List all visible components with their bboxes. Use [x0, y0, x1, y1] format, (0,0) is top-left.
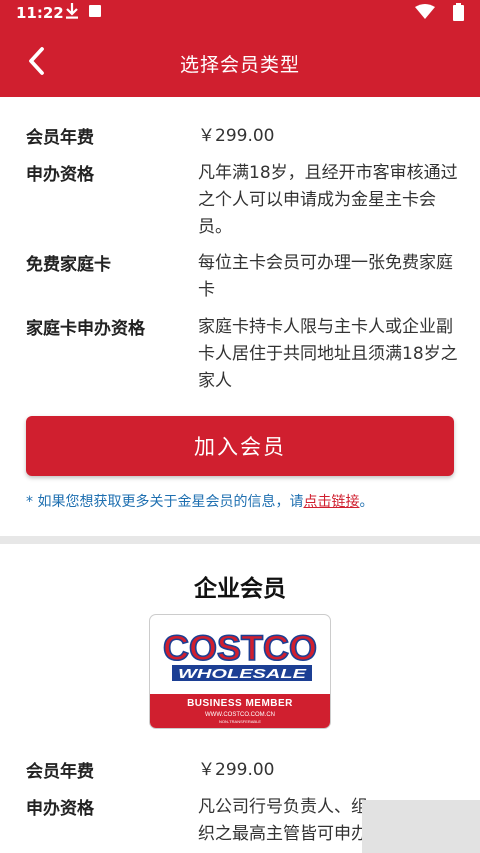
costco-logo: COSTCO WHOLESALE [162, 628, 318, 681]
notification-app-icon [89, 5, 101, 17]
info-note: * 如果您想获取更多关于金星会员的信息，请点击链接。 [26, 491, 373, 511]
toolbar: 选择会员类型 [0, 26, 480, 97]
overlay-corner [362, 800, 480, 853]
business-section-title: 企业会员 [194, 576, 286, 602]
note-text: * 如果您想获取更多关于金星会员的信息，请 [26, 494, 304, 510]
info-label: 免费家庭卡 [26, 255, 111, 275]
status-time: 11:22 [16, 4, 64, 22]
more-info-link[interactable]: 点击链接 [303, 494, 359, 510]
card-band: BUSINESS MEMBER WWW.COSTCO.COM.CN NON-TR… [150, 694, 330, 728]
info-label: 会员年费 [26, 128, 94, 148]
battery-icon [453, 3, 464, 21]
info-label: 会员年费 [26, 762, 94, 782]
info-label: 家庭卡申办资格 [26, 319, 145, 339]
logo-text-top: COSTCO [163, 629, 317, 668]
note-suffix: 。 [359, 494, 374, 510]
info-value: 凡公司行号负责人、组织之最高主管皆可申办 [198, 797, 368, 844]
info-value: ￥299.00 [198, 126, 275, 146]
card-url: WWW.COSTCO.COM.CN [205, 712, 275, 718]
download-icon [66, 3, 78, 19]
card-fine-print: NON-TRANSFERABLE [218, 719, 261, 724]
status-bar: 11:22 [0, 0, 480, 26]
business-membership-card-image: COSTCO WHOLESALE BUSINESS MEMBER WWW.COS… [150, 615, 330, 728]
logo-text-bottom: WHOLESALE [178, 666, 306, 681]
info-value: 家庭卡持卡人限与主卡人或企业副卡人居住于共同地址且须满18岁之家人 [198, 317, 458, 391]
wifi-icon [415, 4, 435, 19]
info-value: 凡年满18岁，且经开市客审核通过之个人可以申请成为金星主卡会员。 [198, 163, 458, 237]
card-member-type: BUSINESS MEMBER [187, 698, 293, 709]
info-value: ￥299.00 [198, 760, 275, 780]
app-bar: 11:22 选择会员类型 [0, 0, 480, 97]
page-title: 选择会员类型 [179, 54, 300, 76]
info-label: 申办资格 [26, 165, 94, 185]
join-membership-button[interactable]: 加入会员 [26, 416, 454, 476]
info-value: 每位主卡会员可办理一张免费家庭卡 [198, 253, 453, 300]
section-divider [0, 536, 480, 544]
info-label: 申办资格 [26, 799, 94, 819]
